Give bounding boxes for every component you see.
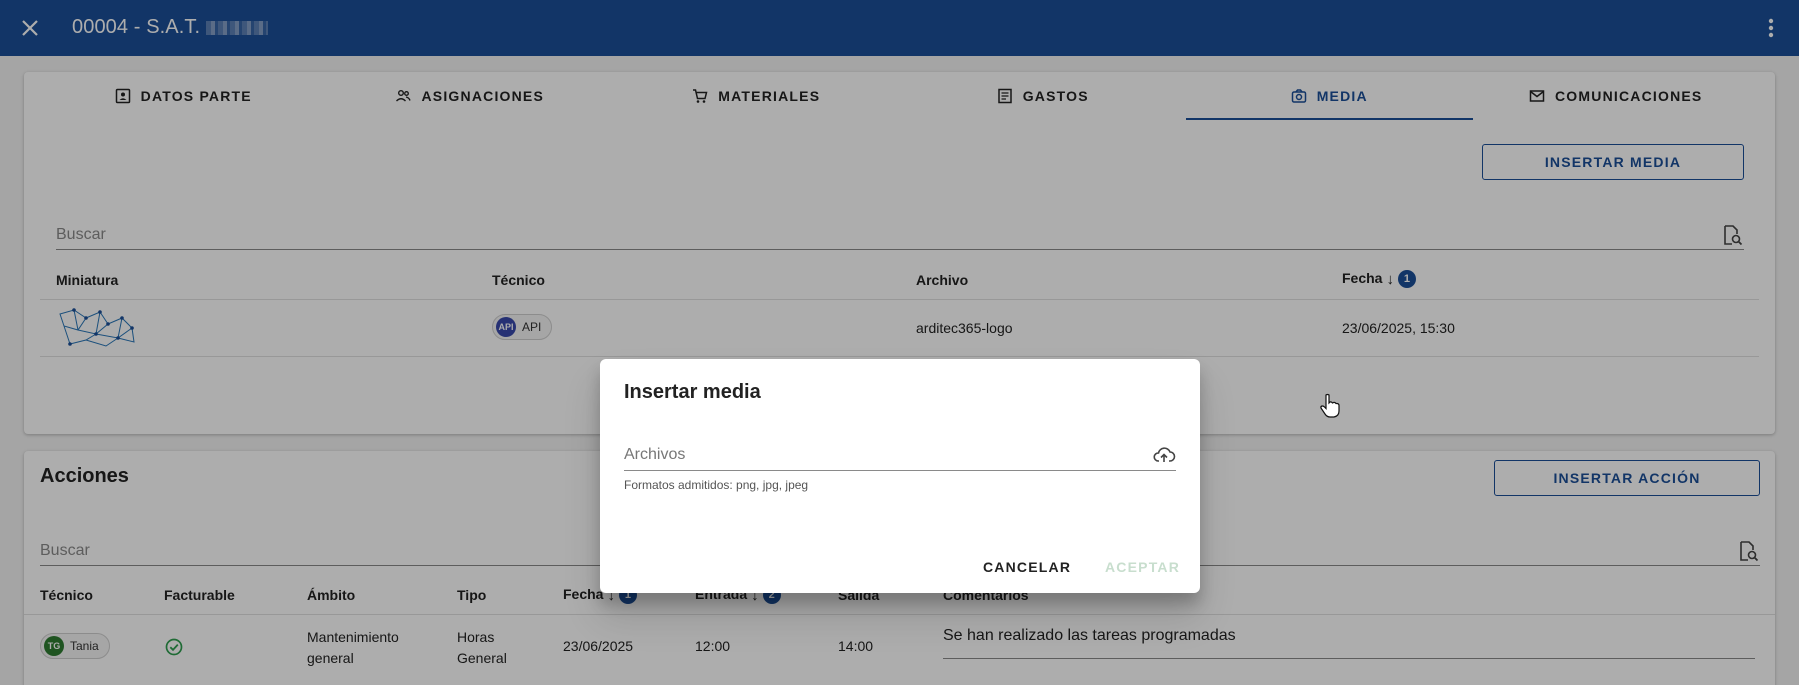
accept-button[interactable]: ACEPTAR — [1105, 559, 1180, 575]
file-upload-field[interactable]: Archivos — [624, 439, 1176, 471]
insert-media-dialog: Insertar media Archivos Formatos admitid… — [600, 359, 1200, 593]
cloud-upload-icon[interactable] — [1152, 443, 1176, 467]
file-field-label: Archivos — [624, 445, 686, 463]
dialog-title: Insertar media — [624, 381, 761, 403]
cancel-button[interactable]: CANCELAR — [983, 559, 1071, 575]
hand-cursor-icon — [1320, 393, 1340, 418]
formats-hint: Formatos admitidos: png, jpg, jpeg — [624, 478, 809, 492]
